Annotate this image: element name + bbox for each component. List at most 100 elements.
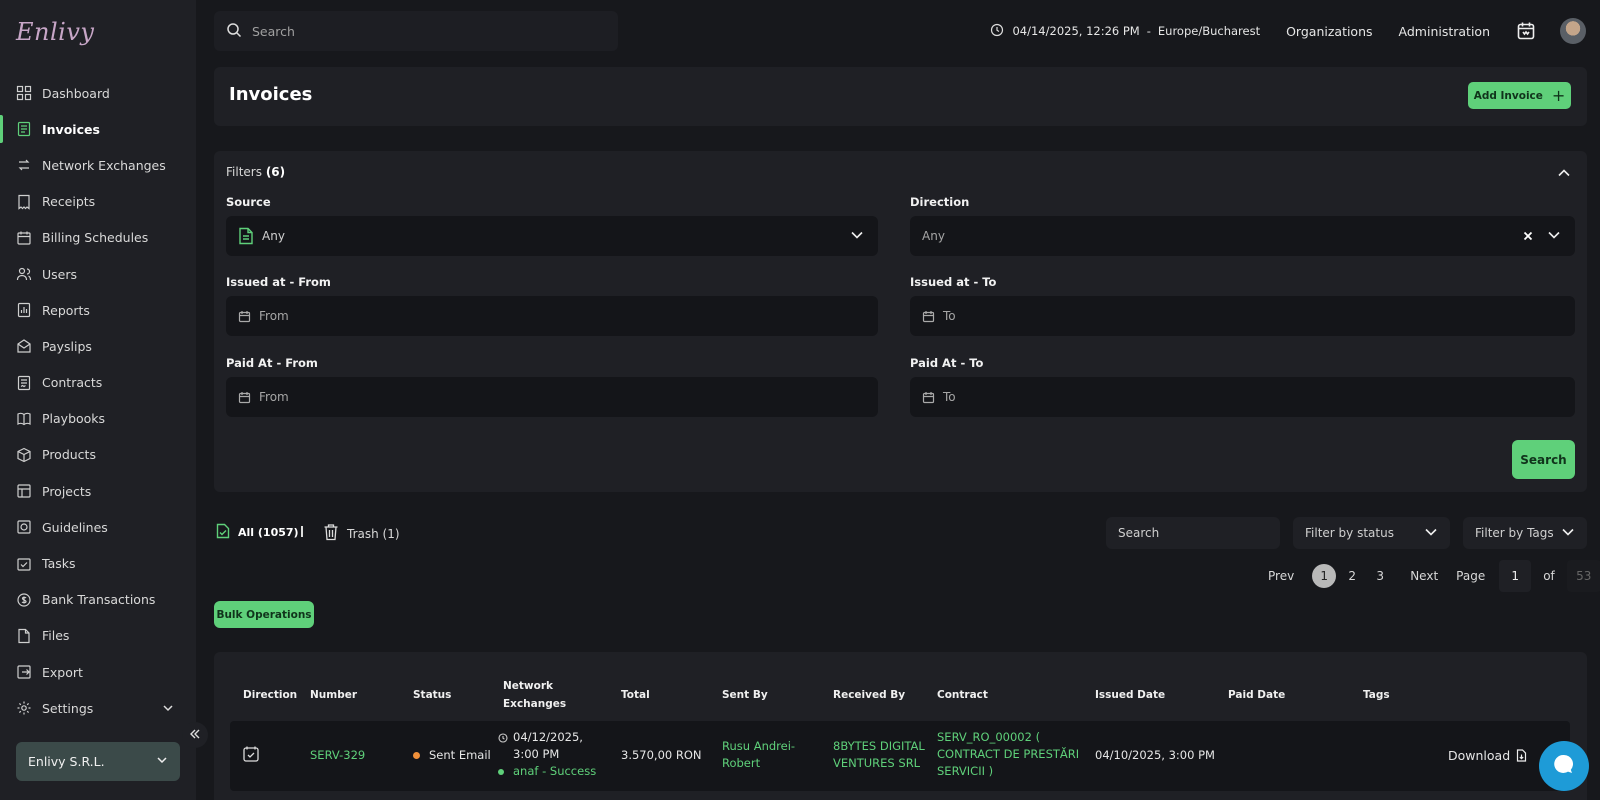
page-number-input[interactable]: 1 (1499, 560, 1532, 592)
tab-trash[interactable]: Trash (1) (323, 523, 400, 544)
filters-count: (6) (265, 165, 286, 179)
sidebar-item-payslips[interactable]: Payslips (0, 328, 196, 364)
sidebar-item-export[interactable]: Export (0, 654, 196, 690)
calendar-icon (238, 310, 251, 323)
status-filter-select[interactable]: Filter by status (1293, 517, 1450, 549)
organizations-link[interactable]: Organizations (1286, 24, 1372, 39)
column-header-sent-by[interactable]: Sent By (722, 686, 768, 704)
list-search-input[interactable]: Search (1106, 517, 1280, 549)
direction-outgoing-icon (242, 745, 260, 768)
status-text: Sent Email (429, 748, 491, 762)
column-header-total[interactable]: Total (621, 686, 650, 704)
sidebar-item-playbooks[interactable]: Playbooks (0, 401, 196, 437)
double-chevron-left-icon (188, 726, 202, 745)
invoices-table: Direction Number Status Network Exchange… (214, 652, 1587, 800)
network-status-text: anaf - Success (513, 764, 597, 778)
app-logo[interactable]: Enlivy (16, 18, 94, 46)
issued-from-input[interactable]: From (226, 296, 878, 336)
playbooks-icon (16, 411, 32, 427)
user-avatar[interactable] (1560, 18, 1586, 44)
sidebar-item-invoices[interactable]: Invoices (0, 111, 196, 147)
total-pages: 53 (1566, 560, 1600, 592)
chevron-down-icon[interactable] (1547, 228, 1561, 245)
sidebar-item-label: Invoices (42, 121, 100, 137)
tags-filter-label: Filter by Tags (1475, 526, 1554, 540)
download-button[interactable]: Download (1448, 747, 1527, 764)
sidebar-item-receipts[interactable]: Receipts (0, 184, 196, 220)
payslips-icon (16, 338, 32, 354)
files-icon (16, 628, 32, 644)
calendar-icon (922, 391, 935, 404)
column-header-received-by[interactable]: Received By (833, 686, 905, 704)
prev-page-button[interactable]: Prev (1268, 569, 1294, 583)
next-page-button[interactable]: Next (1410, 569, 1438, 583)
filters-title[interactable]: Filters (6) (226, 165, 285, 179)
organization-select[interactable]: Enlivy S.R.L. (16, 742, 180, 781)
invoice-number-link[interactable]: SERV-329 (310, 747, 365, 764)
issued-from-placeholder: From (259, 309, 289, 323)
sidebar-item-tasks[interactable]: Tasks (0, 545, 196, 581)
administration-link[interactable]: Administration (1399, 24, 1490, 39)
current-datetime: 04/14/2025, 12:26 PM - Europe/Bucharest (990, 23, 1260, 40)
network-exchanges-icon (16, 157, 32, 173)
dashboard-icon (16, 85, 32, 101)
sidebar-item-label: Users (42, 266, 78, 282)
calendar-icon[interactable] (1516, 21, 1536, 41)
tab-all[interactable]: All (1057) (216, 523, 299, 542)
column-header-tags[interactable]: Tags (1363, 686, 1390, 704)
sent-by-link[interactable]: Rusu Andrei- Robert (722, 738, 795, 772)
document-icon (238, 227, 254, 245)
organization-name: Enlivy S.R.L. (28, 754, 105, 769)
chevron-down-icon[interactable] (162, 702, 174, 717)
sidebar-item-settings[interactable]: Settings (0, 690, 196, 726)
column-header-issued-date[interactable]: Issued Date (1095, 686, 1165, 704)
sidebar-item-products[interactable]: Products (0, 437, 196, 473)
column-header-network-exchanges[interactable]: Network Exchanges (503, 677, 583, 713)
collapse-sidebar-button[interactable] (182, 722, 208, 748)
sidebar-item-contracts[interactable]: Contracts (0, 365, 196, 401)
contracts-icon (16, 375, 32, 391)
direction-select[interactable]: Any (910, 216, 1575, 256)
chevron-up-icon[interactable] (1557, 166, 1571, 184)
tags-filter-select[interactable]: Filter by Tags (1463, 517, 1587, 549)
sidebar-item-files[interactable]: Files (0, 618, 196, 654)
sidebar-item-dashboard[interactable]: Dashboard (0, 75, 196, 111)
page-button-2[interactable]: 2 (1340, 564, 1364, 588)
table-row[interactable]: SERV-329 Sent Email 04/12/2025, 3:00 PM … (230, 721, 1570, 791)
source-select[interactable]: Any (226, 216, 878, 256)
sidebar-item-guidelines[interactable]: Guidelines (0, 509, 196, 545)
column-header-paid-date[interactable]: Paid Date (1228, 686, 1285, 704)
page-button-1[interactable]: 1 (1312, 564, 1337, 588)
clear-icon[interactable] (1523, 230, 1533, 244)
sidebar-item-projects[interactable]: Projects (0, 473, 196, 509)
add-invoice-button[interactable]: Add Invoice + (1468, 82, 1571, 109)
column-header-contract[interactable]: Contract (937, 686, 988, 704)
search-placeholder: Search (252, 23, 295, 39)
global-search-input[interactable]: Search (214, 11, 618, 51)
chevron-down-icon (156, 754, 168, 769)
sidebar-item-users[interactable]: Users (0, 256, 196, 292)
search-button[interactable]: Search (1512, 440, 1575, 479)
received-by-link[interactable]: 8BYTES DIGITAL VENTURES SRL (833, 738, 925, 772)
contract-link[interactable]: SERV_RO_00002 ( CONTRACT DE PRESTĂRI SER… (937, 729, 1079, 780)
sidebar-item-network-exchanges[interactable]: Network Exchanges (0, 147, 196, 183)
column-header-direction[interactable]: Direction (243, 686, 297, 704)
sidebar-item-label: Tasks (42, 556, 76, 572)
bulk-operations-button[interactable]: Bulk Operations (214, 601, 314, 628)
chat-button[interactable] (1539, 741, 1589, 791)
column-header-status[interactable]: Status (413, 686, 451, 704)
paid-to-input[interactable]: To (910, 377, 1575, 417)
sidebar-item-reports[interactable]: Reports (0, 292, 196, 328)
paid-from-input[interactable]: From (226, 377, 878, 417)
settings-icon (16, 700, 32, 716)
status-dot (413, 752, 420, 759)
tab-separator (301, 526, 303, 537)
tasks-icon (16, 556, 32, 572)
receipt-icon (16, 194, 32, 210)
invoice-icon (16, 121, 32, 137)
page-button-3[interactable]: 3 (1368, 564, 1392, 588)
column-header-number[interactable]: Number (310, 686, 357, 704)
issued-to-input[interactable]: To (910, 296, 1575, 336)
sidebar-item-billing-schedules[interactable]: Billing Schedules (0, 220, 196, 256)
sidebar-item-bank-transactions[interactable]: Bank Transactions (0, 582, 196, 618)
